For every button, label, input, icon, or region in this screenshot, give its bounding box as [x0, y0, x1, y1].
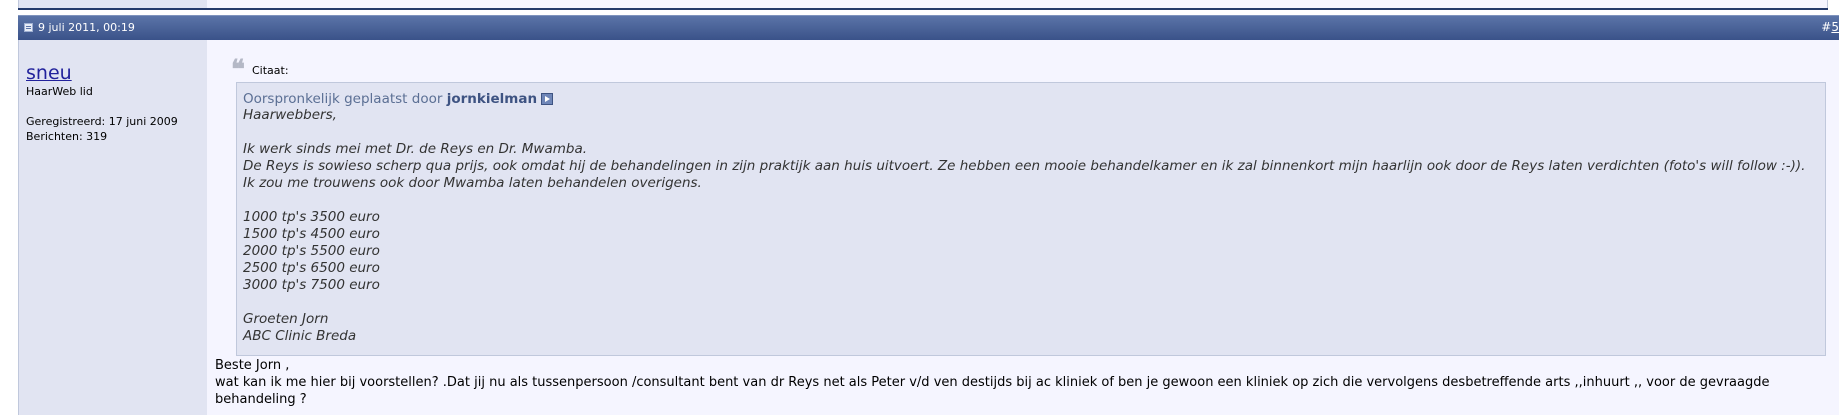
message-column: ❝ Citaat: Oorspronkelijk geplaatst door … — [207, 40, 1839, 415]
view-post-icon[interactable] — [541, 93, 554, 105]
user-title: HaarWeb lid — [26, 85, 93, 98]
quote-box: Oorspronkelijk geplaatst door jornkielma… — [236, 82, 1826, 356]
post-date: 9 juli 2011, 00:19 — [38, 21, 135, 34]
user-details: Geregistreerd: 17 juni 2009 Berichten: 3… — [26, 114, 178, 144]
quote-line: 2500 tp's 6500 euro — [243, 260, 380, 276]
reply-line: Beste Jorn , — [215, 358, 290, 373]
post-icon — [24, 23, 33, 32]
post-number: #5 — [1821, 20, 1839, 34]
forum-post: 9 juli 2011, 00:19 #5 sneu HaarWeb lid G… — [18, 15, 1839, 415]
quote-author: jornkielman — [446, 91, 538, 107]
quote-line: Groeten Jorn — [243, 311, 329, 327]
post-header: 9 juli 2011, 00:19 #5 — [18, 15, 1839, 40]
quote-line: Haarwebbers, — [243, 107, 337, 123]
quote-line: Ik werk sinds mei met Dr. de Reys en Dr.… — [243, 141, 588, 157]
quote-line: 3000 tp's 7500 euro — [243, 277, 380, 293]
post-count: Berichten: 319 — [26, 130, 108, 143]
quote-attribution: Oorspronkelijk geplaatst door jornkielma… — [243, 91, 554, 107]
post-separator — [18, 8, 1828, 10]
previous-post-bottom — [0, 0, 1839, 14]
reply-line: wat kan ik me hier bij voorstellen? .Dat… — [215, 375, 1770, 390]
quote-line: De Reys is sowieso scherp qua prijs, ook… — [243, 158, 1806, 174]
quote-line: 1500 tp's 4500 euro — [243, 226, 380, 242]
quote-line: ABC Clinic Breda — [243, 328, 357, 344]
quote-label: Citaat: — [252, 64, 289, 77]
registered-date: Geregistreerd: 17 juni 2009 — [26, 115, 178, 128]
quote-line: 1000 tp's 3500 euro — [243, 209, 380, 225]
username-link[interactable]: sneu — [26, 62, 72, 84]
post-number-link[interactable]: 5 — [1831, 20, 1839, 34]
reply-line: behandeling ? — [215, 392, 307, 407]
user-info-column: sneu HaarWeb lid Geregistreerd: 17 juni … — [18, 40, 208, 415]
post-number-prefix: # — [1821, 20, 1832, 34]
quote-line: Ik zou me trouwens ook door Mwamba laten… — [243, 175, 702, 191]
quote-posted-by: Oorspronkelijk geplaatst door — [243, 91, 443, 107]
quote-icon: ❝ — [231, 55, 245, 85]
quote-line: 2000 tp's 5500 euro — [243, 243, 380, 259]
